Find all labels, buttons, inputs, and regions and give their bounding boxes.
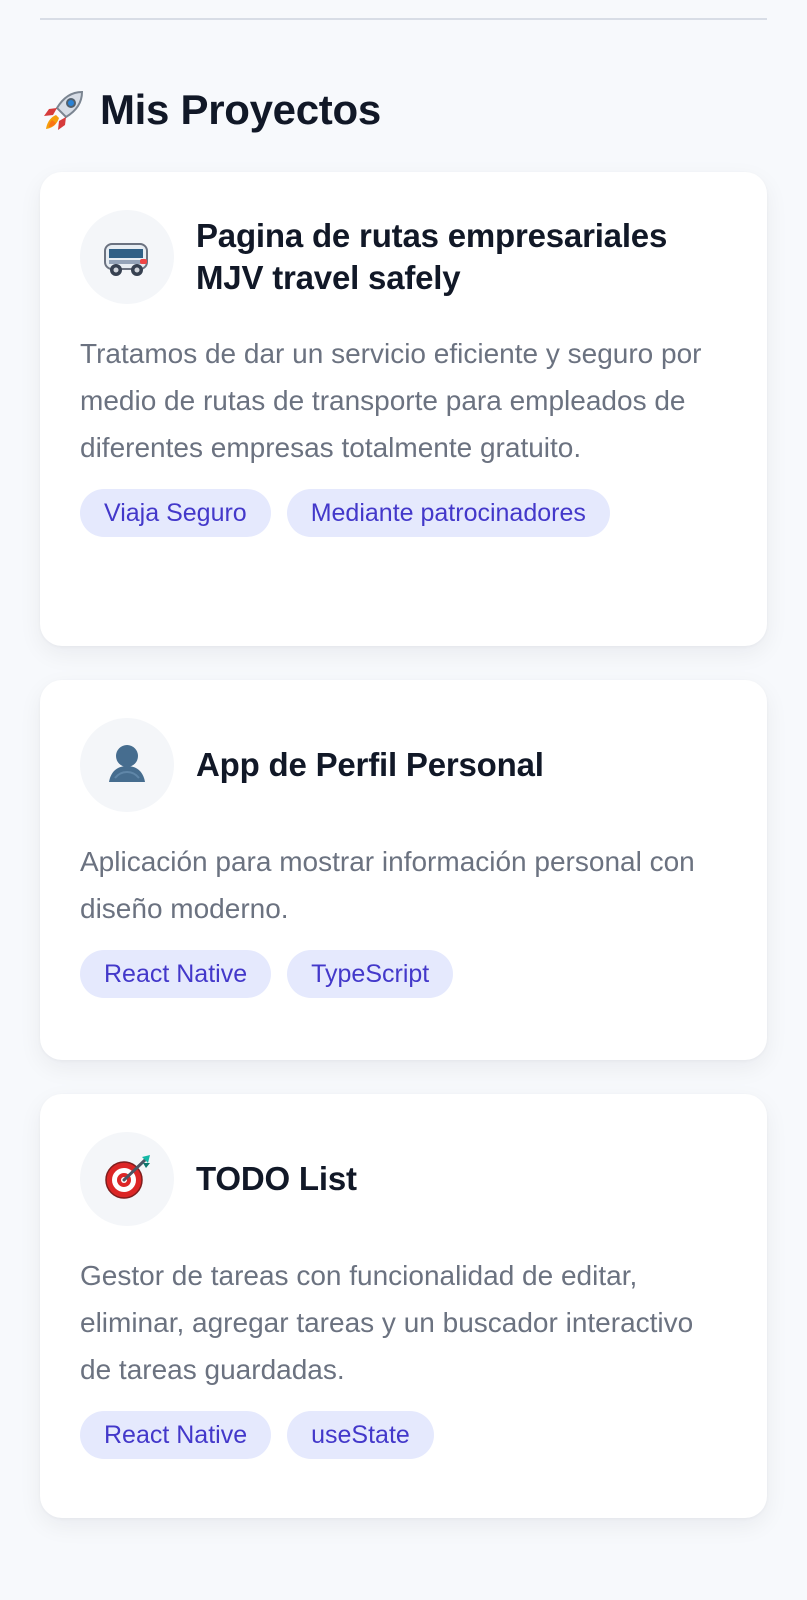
project-tags: React Native TypeScript <box>80 950 725 998</box>
target-icon <box>100 1150 154 1209</box>
project-tag: React Native <box>80 950 272 998</box>
project-card-mjv-routes[interactable]: Pagina de rutas empresariales MJV travel… <box>40 172 767 646</box>
project-description: Aplicación para mostrar información pers… <box>80 846 695 924</box>
projects-page: Mis Proyectos Pagina de rutas empresaria… <box>0 0 807 1600</box>
project-tag: React Native <box>80 1411 272 1459</box>
project-title: App de Perfil Personal <box>196 746 544 783</box>
project-icon-circle <box>80 718 174 812</box>
project-icon-circle <box>80 1132 174 1226</box>
project-tag: Viaja Seguro <box>80 489 271 537</box>
project-title: TODO List <box>196 1160 357 1197</box>
project-card-personal-profile[interactable]: App de Perfil Personal Aplicación para m… <box>40 680 767 1060</box>
project-tags: React Native useState <box>80 1411 725 1459</box>
project-tag: useState <box>287 1411 434 1459</box>
top-divider <box>40 18 767 20</box>
section-title: Mis Proyectos <box>40 84 381 136</box>
rocket-icon <box>40 86 88 134</box>
section-title-text: Mis Proyectos <box>100 86 381 133</box>
project-title: Pagina de rutas empresariales MJV travel… <box>196 217 668 296</box>
project-description: Gestor de tareas con funcionalidad de ed… <box>80 1260 694 1385</box>
project-tag: TypeScript <box>287 950 454 998</box>
project-list: Pagina de rutas empresariales MJV travel… <box>40 172 767 1518</box>
person-silhouette-icon <box>101 737 153 794</box>
project-card-header: App de Perfil Personal <box>80 718 725 812</box>
project-icon-circle <box>80 210 174 304</box>
project-card-header: TODO List <box>80 1132 725 1226</box>
project-tags: Viaja Seguro Mediante patrocinadores <box>80 489 725 537</box>
project-tag: Mediante patrocinadores <box>286 489 610 537</box>
project-card-todo-list[interactable]: TODO List Gestor de tareas con funcional… <box>40 1094 767 1518</box>
project-description: Tratamos de dar un servicio eficiente y … <box>80 338 702 463</box>
minibus-icon <box>100 228 154 287</box>
project-card-header: Pagina de rutas empresariales MJV travel… <box>80 210 725 304</box>
